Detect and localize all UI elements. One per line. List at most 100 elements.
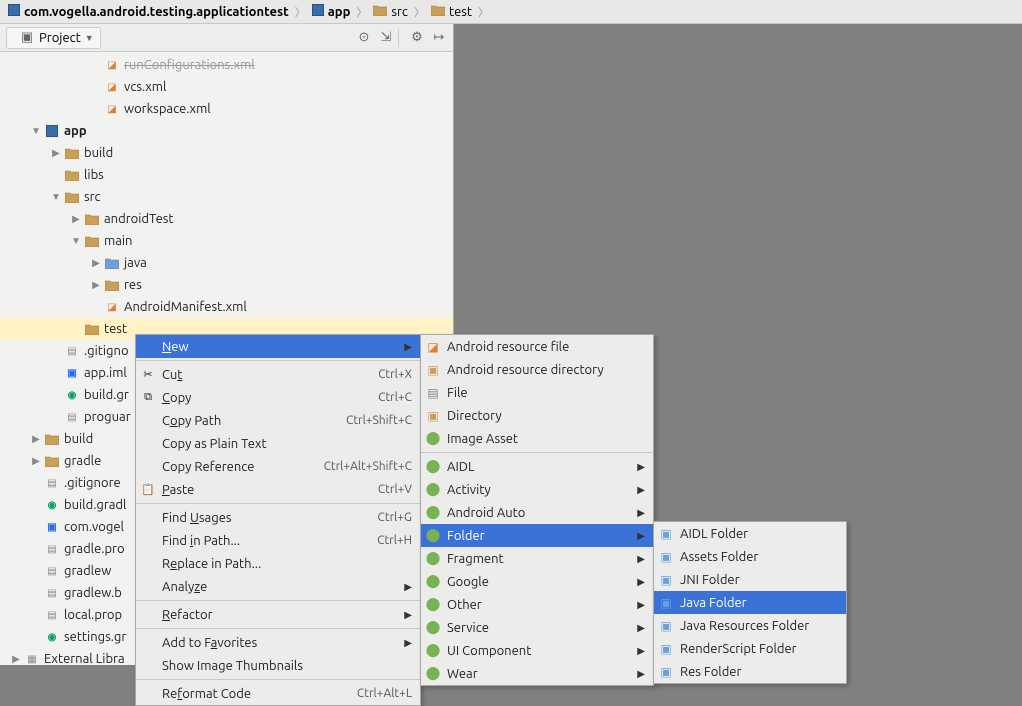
expand-arrow-icon[interactable]: ▶ [28,433,44,445]
menu-item-label: Activity [447,483,629,497]
menu-item-label: New [162,340,396,354]
menu-item[interactable]: ▣Directory [421,404,653,427]
paste-icon: 📋 [140,482,156,498]
tree-node[interactable]: ▼src [0,186,453,208]
tree-node[interactable]: ▶java [0,252,453,274]
menu-item-label: Image Asset [447,432,645,446]
menu-item[interactable]: ▣Res Folder [654,660,846,683]
tree-node-label: libs [84,168,104,182]
menu-item[interactable]: Show Image Thumbnails [136,654,420,677]
chevron-right-icon: 〉 [356,4,367,20]
blank-icon [140,413,156,429]
blank-icon [140,436,156,452]
menu-item-label: Cut [162,368,356,382]
separator [398,29,399,47]
menu-item[interactable]: Reformat CodeCtrl+Alt+L [136,682,420,705]
menu-item[interactable]: ▣Assets Folder [654,545,846,568]
menu-item[interactable]: ▣Android resource directory [421,358,653,381]
menu-item[interactable]: ⧉CopyCtrl+C [136,386,420,409]
tree-node[interactable]: ▶androidTest [0,208,453,230]
tree-node-label: External Libra [44,652,125,665]
menu-item[interactable]: ✂CutCtrl+X [136,363,420,386]
tree-node[interactable]: ▶ res [0,274,453,296]
menu-item[interactable]: New▶ [136,335,420,358]
menu-item[interactable]: 📋PasteCtrl+V [136,478,420,501]
menu-item[interactable]: Analyze▶ [136,575,420,598]
tree-node[interactable]: ◪AndroidManifest.xml [0,296,453,318]
menu-item[interactable]: ⬤AIDL▶ [421,455,653,478]
collapse-all-icon[interactable]: ⇲ [378,30,394,46]
android-i-icon: ⬤ [425,482,441,498]
expand-arrow-icon[interactable]: ▶ [8,653,24,665]
menu-item[interactable]: Add to Favorites▶ [136,631,420,654]
hide-icon[interactable]: ↦ [431,30,447,46]
tree-node[interactable]: ▼app [0,120,453,142]
menu-item[interactable]: ⬤Wear▶ [421,662,653,685]
tree-node[interactable]: ◪workspace.xml [0,98,453,120]
menu-item[interactable]: Replace in Path... [136,552,420,575]
expand-arrow-icon[interactable]: ▶ [88,279,104,291]
tree-node[interactable]: ◪vcs.xml [0,76,453,98]
expand-arrow-icon[interactable]: ▼ [28,125,44,137]
menu-separator [136,679,420,680]
menu-item[interactable]: Copy as Plain Text [136,432,420,455]
menu-item[interactable]: Find UsagesCtrl+G [136,506,420,529]
file-icon: ▤ [44,541,60,557]
tree-node-label: com.vogel [64,520,124,534]
menu-item[interactable]: ⬤Image Asset [421,427,653,450]
module-icon [312,4,324,19]
blank-icon [140,635,156,651]
menu-item[interactable]: ▣Java Resources Folder [654,614,846,637]
menu-item[interactable]: ⬤Android Auto▶ [421,501,653,524]
android-i-icon: ⬤ [425,459,441,475]
menu-item-label: AIDL [447,460,629,474]
expand-arrow-icon[interactable]: ▶ [28,455,44,467]
menu-item[interactable]: ⬤Activity▶ [421,478,653,501]
expand-arrow-icon[interactable]: ▼ [68,235,84,247]
menu-item[interactable]: Copy ReferenceCtrl+Alt+Shift+C [136,455,420,478]
menu-item[interactable]: ▣RenderScript Folder [654,637,846,660]
menu-item[interactable]: Find in Path...Ctrl+H [136,529,420,552]
menu-item[interactable]: ⬤Google▶ [421,570,653,593]
menu-item[interactable]: ▣Java Folder [654,591,846,614]
menu-item[interactable]: ⬤Other▶ [421,593,653,616]
menu-item-label: Java Folder [680,596,838,610]
expand-arrow-icon[interactable]: ▶ [68,213,84,225]
tree-node[interactable]: ◪runConfigurations.xml [0,54,453,76]
breadcrumb-item[interactable]: com.vogella.android.testing.applicationt… [4,2,293,22]
breadcrumb-item[interactable]: test [427,2,476,22]
expand-arrow-icon[interactable]: ▶ [48,147,64,159]
menu-item[interactable]: ▣JNI Folder [654,568,846,591]
module-icon [44,123,60,139]
folder-blue-icon [104,255,120,271]
tree-node-label: workspace.xml [124,102,211,116]
project-view-selector[interactable]: ▣ Project ▼ [6,27,101,49]
chevron-right-icon: 〉 [414,4,425,20]
tree-node[interactable]: ▶build [0,142,453,164]
menu-item[interactable]: ▤File [421,381,653,404]
expand-arrow-icon[interactable]: ▼ [48,191,64,203]
menu-item[interactable]: ⬤Folder▶ [421,524,653,547]
menu-item[interactable]: Copy PathCtrl+Shift+C [136,409,420,432]
menu-item-label: Analyze [162,580,396,594]
scroll-from-source-icon[interactable]: ⊙ [356,30,372,46]
menu-item-label: Replace in Path... [162,557,412,571]
tree-node-label: .gitigno [84,344,129,358]
expand-arrow-icon[interactable]: ▶ [88,257,104,269]
menu-item[interactable]: ⬤UI Component▶ [421,639,653,662]
menu-item[interactable]: Refactor▶ [136,603,420,626]
breadcrumb-item[interactable]: app [308,2,355,22]
folder-bi-icon: ▣ [658,549,674,565]
menu-item[interactable]: ⬤Fragment▶ [421,547,653,570]
menu-item[interactable]: ▣AIDL Folder [654,522,846,545]
menu-item[interactable]: ◪Android resource file [421,335,653,358]
tree-node-label: res [124,278,142,292]
menu-item[interactable]: ⬤Service▶ [421,616,653,639]
tree-node[interactable]: libs [0,164,453,186]
breadcrumb-item[interactable]: src [369,2,412,22]
tree-node-label: build.gr [84,388,129,402]
menu-separator [421,452,653,453]
menu-item-label: Other [447,598,629,612]
tree-node[interactable]: ▼main [0,230,453,252]
gear-icon[interactable]: ⚙ [409,30,425,46]
